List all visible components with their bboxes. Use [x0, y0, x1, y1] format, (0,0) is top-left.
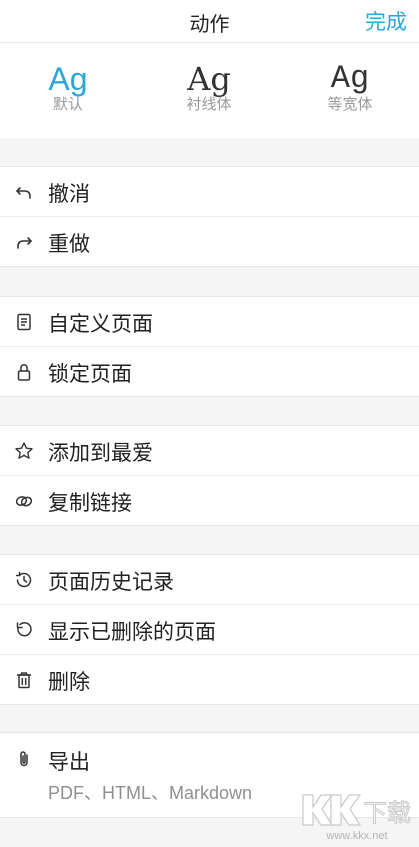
paperclip-icon: [14, 749, 34, 769]
font-sample-default: Ag: [48, 61, 88, 97]
font-label-default: 默认: [52, 95, 83, 113]
share-section: 添加到最爱 复制链接: [0, 425, 419, 526]
redo-row[interactable]: 重做: [0, 217, 419, 266]
trash-icon: [14, 670, 34, 690]
font-option-mono[interactable]: Ag 等宽体: [290, 61, 410, 131]
customize-page-row[interactable]: 自定义页面: [0, 297, 419, 347]
add-favorite-row[interactable]: 添加到最爱: [0, 426, 419, 476]
copy-link-label: 复制链接: [48, 491, 132, 515]
watermark-brand-text: 下载: [363, 799, 411, 827]
history-section: 撤消 重做: [0, 166, 419, 267]
page-section: 自定义页面 锁定页面: [0, 296, 419, 397]
done-button[interactable]: 完成: [365, 6, 407, 36]
export-formats: PDF、HTML、Markdown: [48, 783, 253, 803]
page-icon: [14, 312, 34, 332]
redo-icon: [14, 232, 34, 252]
watermark-url: www.kkx.net: [325, 830, 387, 842]
page-history-label: 页面历史记录: [48, 570, 174, 594]
page-title: 动作: [189, 12, 230, 36]
undo-icon: [14, 182, 34, 202]
lock-icon: [14, 362, 34, 382]
show-deleted-row[interactable]: 显示已删除的页面: [0, 605, 419, 655]
page-history-row[interactable]: 页面历史记录: [0, 555, 419, 605]
star-icon: [14, 441, 34, 461]
manage-section: 页面历史记录 显示已删除的页面 删除: [0, 554, 419, 705]
link-icon: [14, 491, 34, 511]
redo-label: 重做: [48, 232, 90, 256]
export-label: 导出: [48, 750, 90, 774]
font-label-serif: 衬线体: [186, 95, 232, 113]
undo-label: 撤消: [48, 182, 90, 206]
delete-label: 删除: [48, 670, 90, 694]
show-deleted-label: 显示已删除的页面: [48, 620, 216, 644]
customize-page-label: 自定义页面: [48, 312, 153, 336]
font-option-default[interactable]: Ag 默认: [8, 61, 128, 131]
font-sample-mono: Ag: [330, 60, 370, 97]
copy-link-row[interactable]: 复制链接: [0, 476, 419, 525]
watermark-logo: 下载 www.kkx.net: [301, 787, 413, 843]
font-sample-serif: Ag: [187, 60, 231, 98]
font-option-serif[interactable]: Ag 衬线体: [149, 61, 269, 131]
font-selector: Ag 默认 Ag 衬线体 Ag 等宽体: [0, 43, 419, 138]
header-bar: 动作 完成: [0, 0, 419, 43]
history-icon: [14, 570, 34, 590]
lock-page-row[interactable]: 锁定页面: [0, 347, 419, 396]
lock-page-label: 锁定页面: [48, 362, 132, 386]
add-favorite-label: 添加到最爱: [48, 441, 153, 465]
undo-row[interactable]: 撤消: [0, 167, 419, 217]
restore-icon: [14, 620, 34, 640]
font-label-mono: 等宽体: [327, 95, 373, 113]
delete-row[interactable]: 删除: [0, 655, 419, 704]
actions-screen: 动作 完成 Ag 默认 Ag 衬线体 Ag 等宽体 撤消 重做 自定义页面 锁定…: [0, 0, 419, 847]
